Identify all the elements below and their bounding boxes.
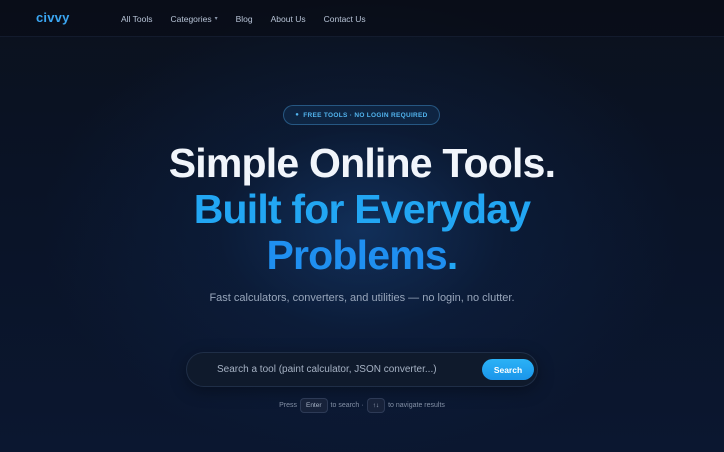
hint-navigate: to navigate results <box>388 402 445 409</box>
brand-logo[interactable]: civvy <box>36 10 70 25</box>
nav-categories-label: Categories <box>170 13 212 24</box>
keyboard-hint: Press Enter to search · ↑↓ to navigate r… <box>0 398 724 413</box>
search-input[interactable] <box>217 353 477 386</box>
hero-badge-text: FREE TOOLS · NO LOGIN REQUIRED <box>303 111 428 119</box>
nav-links: All Tools Categories ▾ Blog About Us Cont… <box>121 0 384 37</box>
hero-title-line-3: Problems. <box>0 233 724 277</box>
hero-title-line-2: Built for Everyday <box>193 186 531 232</box>
nav-blog[interactable]: Blog <box>236 14 253 24</box>
nav-contact-us[interactable]: Contact Us <box>324 14 366 24</box>
dot-icon: ● <box>295 112 300 118</box>
page: civvy All Tools Categories ▾ Blog About U… <box>0 0 724 452</box>
hero-title-period: . <box>446 232 458 278</box>
hint-press: Press <box>279 402 297 409</box>
nav-about-us-label: About Us <box>270 13 306 24</box>
hero-badge: ● FREE TOOLS · NO LOGIN REQUIRED <box>283 105 440 125</box>
nav-contact-us-label: Contact Us <box>323 13 366 24</box>
search-bar: Search <box>186 352 538 387</box>
search-button[interactable]: Search <box>482 359 534 380</box>
hint-to-search: to search · <box>330 402 364 409</box>
arrow-keys-badge: ↑↓ <box>366 398 386 413</box>
chevron-down-icon: ▾ <box>214 16 218 22</box>
top-navbar: civvy All Tools Categories ▾ Blog About U… <box>0 0 724 37</box>
nav-categories[interactable]: Categories ▾ <box>171 14 218 24</box>
hero-title-line-1: Simple Online Tools. <box>168 140 556 186</box>
hero-subtitle: Fast calculators, converters, and utilit… <box>209 292 515 304</box>
nav-about-us[interactable]: About Us <box>271 14 306 24</box>
enter-key-badge: Enter <box>299 398 328 413</box>
nav-all-tools[interactable]: All Tools <box>121 14 153 24</box>
nav-blog-label: Blog <box>235 13 253 24</box>
hero-title-line-3-text: Problems <box>266 232 447 278</box>
nav-all-tools-label: All Tools <box>121 13 153 24</box>
